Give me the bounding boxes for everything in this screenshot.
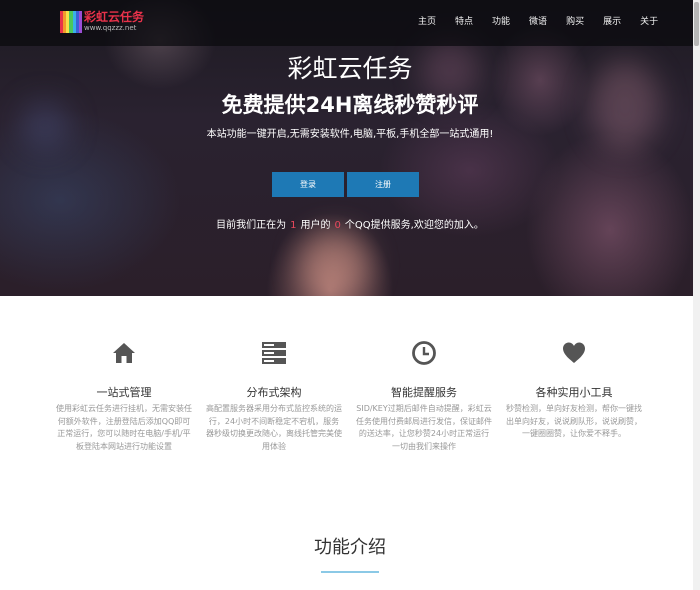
- feature-description: 秒赞检测，单向好友检测，帮你一键找出单向好友，说说刷队形，说说刷赞，一键圈圈赞，…: [506, 404, 642, 438]
- feature-description: SID/KEY过期后邮件自动提醒，彩虹云任务使用付费邮局进行发信，保证邮件的送达…: [356, 404, 492, 451]
- logo-bar: [78, 11, 82, 33]
- clock-icon: [412, 341, 436, 365]
- logo-mark-icon: [60, 11, 82, 33]
- home-icon: [113, 343, 135, 363]
- nav-item-microblog[interactable]: 微语: [529, 16, 547, 28]
- scrollbar[interactable]: [693, 0, 700, 590]
- stats-middle: 用户的: [300, 220, 331, 231]
- logo-title: 彩虹云任务: [84, 10, 145, 24]
- feature-description: 使用彩虹云任务进行挂机，无需安装任何额外软件，注册登陆后添加QQ即可正常运行，您…: [56, 404, 192, 451]
- feature-title: 各种实用小工具: [535, 386, 613, 399]
- hero-title: 彩虹云任务: [287, 54, 413, 83]
- top-navbar: 彩虹云任务 www.qqzzz.net 主页 特点 功能 微语 购买 展示 关于: [0, 0, 700, 46]
- nav-item-home[interactable]: 主页: [418, 16, 436, 28]
- nav-item-features[interactable]: 特点: [455, 16, 473, 28]
- nav-item-functions[interactable]: 功能: [492, 16, 510, 28]
- scrollbar-thumb[interactable]: [694, 2, 699, 46]
- hero-description: 本站功能一键开启,无需安装软件,电脑,平板,手机全部一站式通用!: [206, 129, 494, 140]
- nav-item-about[interactable]: 关于: [640, 16, 658, 28]
- server-icon: [262, 342, 286, 364]
- logo-url: www.qqzzz.net: [84, 24, 137, 32]
- login-button[interactable]: 登录: [272, 172, 344, 197]
- section-divider: [321, 571, 379, 573]
- feature-card: 一站式管理 使用彩虹云任务进行挂机，无需安装任何额外软件，注册登陆后添加QQ即可…: [56, 340, 192, 453]
- nav-item-showcase[interactable]: 展示: [603, 16, 621, 28]
- stats-suffix: 个QQ提供服务,欢迎您的加入。: [344, 220, 484, 231]
- user-count: 1: [290, 220, 297, 231]
- hero-button-group: 登录 注册: [272, 172, 419, 197]
- hero-stats: 目前我们正在为 1 用户的 0 个QQ提供服务,欢迎您的加入。: [0, 219, 700, 233]
- site-logo[interactable]: 彩虹云任务 www.qqzzz.net: [60, 10, 144, 36]
- feature-title: 分布式架构: [246, 386, 302, 399]
- nav-menu: 主页 特点 功能 微语 购买 展示 关于: [418, 16, 677, 28]
- nav-item-buy[interactable]: 购买: [566, 16, 584, 28]
- qq-count: 0: [334, 220, 341, 231]
- hero-subtitle: 免费提供24H离线秒赞秒评: [221, 93, 479, 117]
- feature-card: 分布式架构 高配置服务器采用分布式监控系统的运行，24小时不间断稳定不宕机，服务…: [206, 340, 342, 453]
- feature-description: 高配置服务器采用分布式监控系统的运行，24小时不间断稳定不宕机，服务器秒级切换更…: [206, 404, 342, 451]
- feature-card: 各种实用小工具 秒赞检测，单向好友检测，帮你一键找出单向好友，说说刷队形，说说刷…: [506, 340, 642, 441]
- feature-card: 智能提醒服务 SID/KEY过期后邮件自动提醒，彩虹云任务使用付费邮局进行发信，…: [356, 340, 492, 453]
- stats-prefix: 目前我们正在为: [216, 220, 287, 231]
- register-button[interactable]: 注册: [347, 172, 419, 197]
- section-title: 功能介绍: [314, 537, 386, 558]
- features-section: 一站式管理 使用彩虹云任务进行挂机，无需安装任何额外软件，注册登陆后添加QQ即可…: [0, 296, 700, 590]
- feature-title: 一站式管理: [96, 386, 152, 399]
- heart-icon: [563, 342, 585, 363]
- feature-title: 智能提醒服务: [391, 386, 457, 399]
